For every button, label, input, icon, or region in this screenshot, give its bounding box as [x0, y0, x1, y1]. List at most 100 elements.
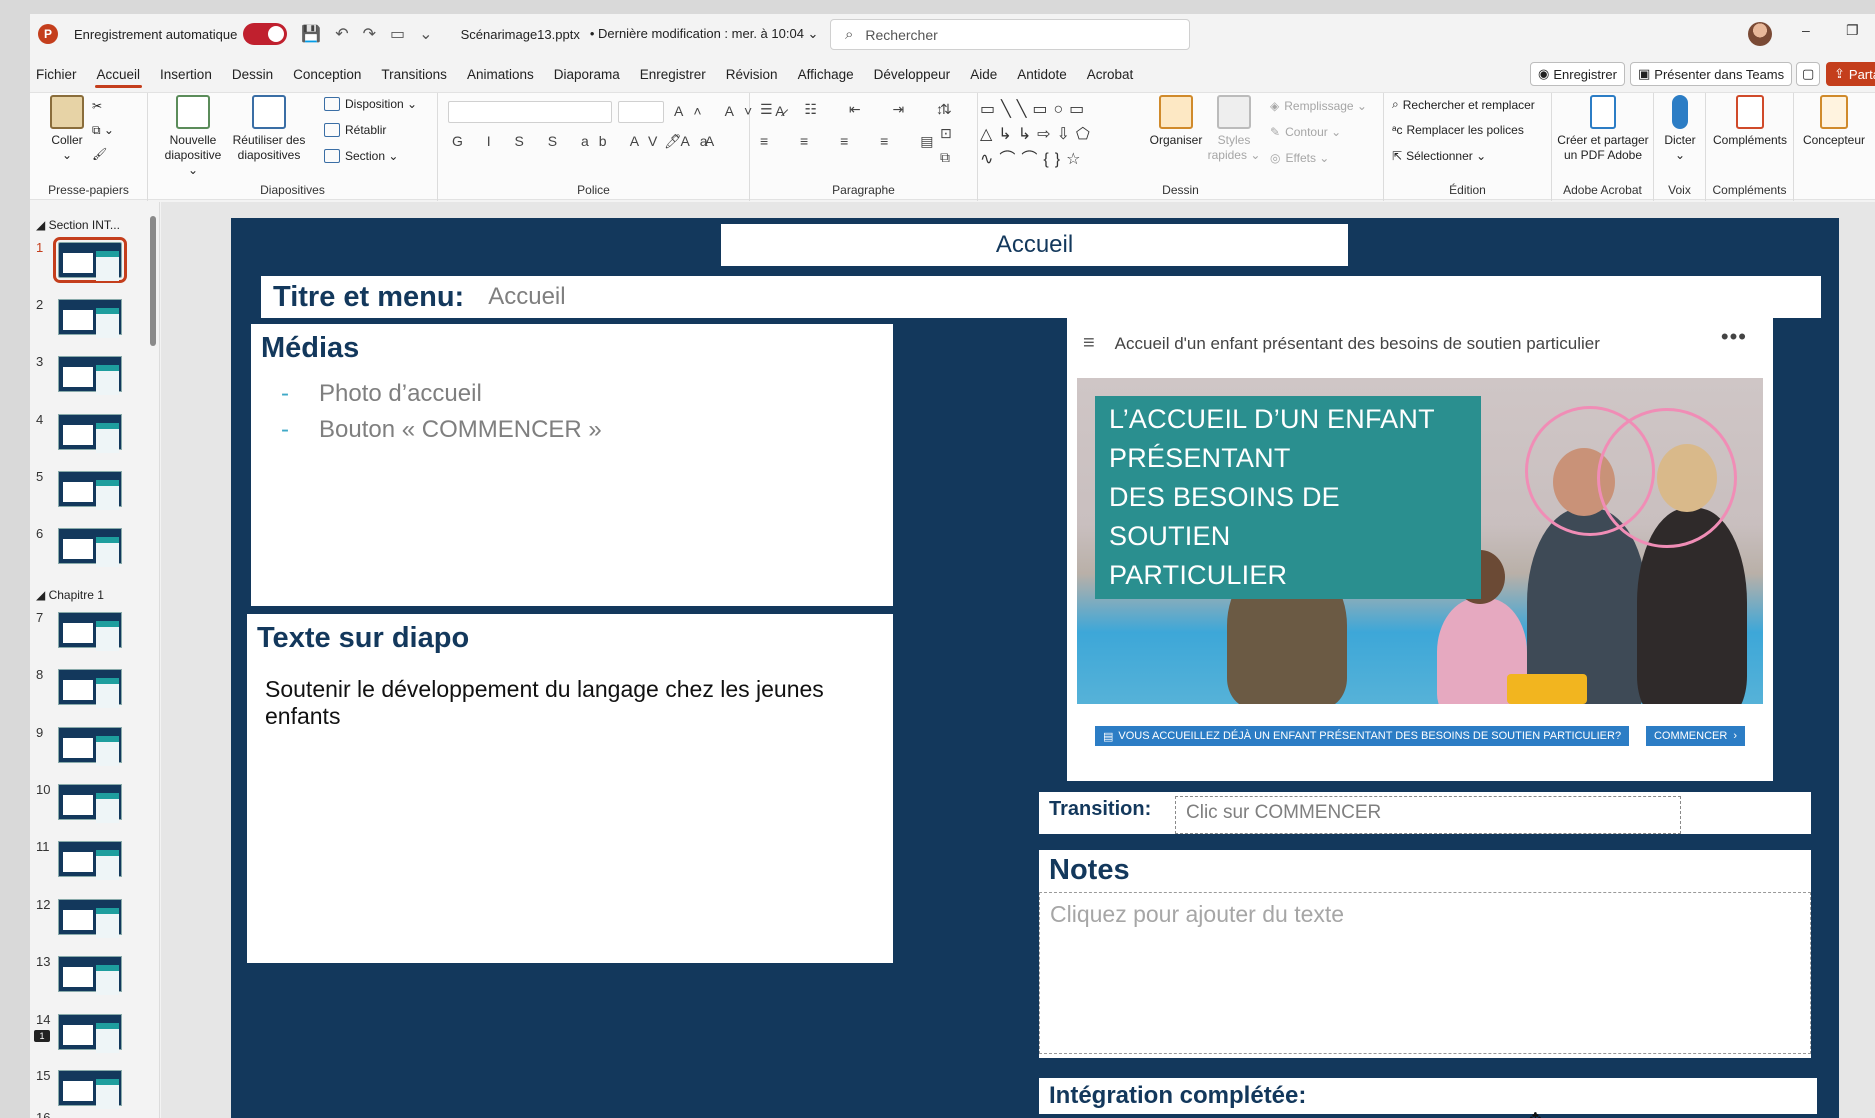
slide-thumbnail[interactable]: [58, 299, 122, 338]
tab-aide[interactable]: Aide: [960, 60, 1007, 90]
thumbnail-row[interactable]: 9: [30, 725, 160, 773]
tab-conception[interactable]: Conception: [283, 60, 371, 90]
thumbnail-row[interactable]: 15: [30, 1068, 160, 1116]
media-box[interactable]: Médias - Photo d’accueil - Bouton « COMMEN…: [251, 324, 893, 606]
select-button[interactable]: ⇱ Sélectionner ⌄: [1392, 149, 1486, 163]
tab-fichier[interactable]: Fichier: [30, 60, 87, 90]
title-menu-value[interactable]: Accueil: [488, 283, 565, 311]
media-preview-card[interactable]: ≡ Accueil d'un enfant présentant des bes…: [1067, 318, 1773, 781]
highlight-and-color-icons[interactable]: 🖊 A: [664, 133, 724, 150]
thumbnail-row[interactable]: 12: [30, 897, 160, 945]
slide-thumbnail[interactable]: [58, 784, 122, 823]
cut-icon[interactable]: ✂: [92, 99, 102, 113]
minimize-button[interactable]: –: [1802, 22, 1810, 38]
thumbnail-row[interactable]: 1: [30, 237, 160, 288]
shape-effects-button[interactable]: ◎ Effets ⌄: [1270, 151, 1329, 165]
replace-fonts-button[interactable]: ᵃc Remplacer les polices: [1392, 123, 1524, 137]
avatar[interactable]: [1748, 22, 1772, 46]
undo-icon[interactable]: ↶: [335, 24, 348, 44]
shapes-gallery[interactable]: ▭╲╲▭○▭ △↳↳⇨⇩⬠ ∿⌒⌒{}☆: [980, 97, 1130, 172]
integration-box[interactable]: Intégration complétée:: [1039, 1078, 1817, 1114]
document-filename[interactable]: Scénarimage13.pptx: [461, 27, 580, 42]
last-modified[interactable]: • Dernière modification : mer. à 10:04 ⌄: [590, 26, 819, 42]
text-direction-icon[interactable]: ⇅: [940, 101, 962, 118]
media-item[interactable]: - Photo d’accueil: [281, 380, 482, 408]
font-size-select[interactable]: [618, 101, 664, 123]
tab-diaporama[interactable]: Diaporama: [544, 60, 630, 90]
tab-antidote[interactable]: Antidote: [1007, 60, 1077, 90]
slide-thumbnail[interactable]: [58, 471, 122, 510]
tab-acrobat[interactable]: Acrobat: [1077, 60, 1144, 90]
notes-placeholder[interactable]: Cliquez pour ajouter du texte: [1039, 892, 1811, 1054]
thumbnail-row[interactable]: 3: [30, 354, 160, 402]
slide-thumbnail[interactable]: [53, 237, 127, 283]
slide-thumbnail[interactable]: [58, 956, 122, 995]
slide-title[interactable]: Accueil: [996, 231, 1073, 259]
autosave-toggle[interactable]: [243, 23, 288, 45]
layout-button[interactable]: Disposition ⌄: [324, 97, 417, 111]
share-button[interactable]: ⇪ Parta: [1826, 62, 1875, 86]
comment-badge[interactable]: 1: [34, 1030, 50, 1042]
slide[interactable]: Accueil Titre et menu: Accueil Médias - P…: [231, 218, 1839, 1118]
tab-enregistrer[interactable]: Enregistrer: [630, 60, 716, 90]
find-replace-button[interactable]: ⌕ Rechercher et remplacer: [1392, 97, 1535, 112]
tab-affichage[interactable]: Affichage: [788, 60, 864, 90]
section-header-intro[interactable]: ◢ Section INT...: [36, 218, 120, 232]
tab-dessin[interactable]: Dessin: [222, 60, 283, 90]
slide-thumbnail[interactable]: [58, 612, 122, 651]
thumbnail-row[interactable]: 2: [30, 297, 160, 345]
redo-icon[interactable]: ↷: [363, 24, 376, 44]
arrange-button[interactable]: Organiser: [1146, 95, 1206, 148]
align-icons[interactable]: ≡ ≡ ≡ ≡ ▤: [760, 133, 947, 150]
present-teams-button[interactable]: ▣ Présenter dans Teams: [1630, 62, 1793, 86]
shape-outline-button[interactable]: ✎ Contour ⌄: [1270, 125, 1341, 139]
thumbnail-row[interactable]: 13: [30, 954, 160, 1002]
thumbnail-row[interactable]: 6: [30, 526, 160, 574]
more-options-icon[interactable]: •••: [1721, 324, 1747, 350]
slide-thumbnail[interactable]: [58, 669, 122, 708]
thumbnail-row[interactable]: 7: [30, 610, 160, 658]
tab-accueil[interactable]: Accueil: [87, 60, 151, 90]
addins-button[interactable]: Compléments: [1710, 95, 1790, 148]
tab-insertion[interactable]: Insertion: [150, 60, 222, 90]
smartart-icon[interactable]: ⧉: [940, 149, 960, 166]
align-text-icon[interactable]: ⊡: [940, 125, 962, 142]
tab-developpeur[interactable]: Développeur: [864, 60, 961, 90]
thumbnail-row[interactable]: 8: [30, 667, 160, 715]
present-icon[interactable]: ▭: [390, 24, 405, 44]
tab-animations[interactable]: Animations: [457, 60, 544, 90]
list-icons[interactable]: ☰ ☷ ⇤ ⇥ ↕: [760, 101, 957, 118]
slide-thumbnail[interactable]: [58, 414, 122, 453]
welcome-photo[interactable]: L’ACCUEIL D’UN ENFANT PRÉSENTANT DES BES…: [1077, 378, 1763, 704]
record-button[interactable]: ◉ Enregistrer: [1530, 62, 1625, 86]
font-family-select[interactable]: [448, 101, 612, 123]
quick-styles-button[interactable]: Styles rapides ⌄: [1206, 95, 1262, 163]
format-painter-icon[interactable]: 🖌: [92, 147, 107, 161]
slide-thumbnail[interactable]: [58, 356, 122, 395]
comments-button[interactable]: ▢: [1796, 62, 1820, 86]
thumbnail-row[interactable]: 14 1: [30, 1012, 160, 1060]
question-link[interactable]: ▤ VOUS ACCUEILLEZ DÉJÀ UN ENFANT PRÉSENT…: [1095, 726, 1630, 746]
reset-button[interactable]: Rétablir: [324, 123, 386, 137]
slide-text-body[interactable]: Soutenir le développement du langage che…: [265, 676, 893, 730]
slide-thumbnail[interactable]: [58, 727, 122, 766]
designer-button[interactable]: Concepteur: [1796, 95, 1872, 148]
tab-revision[interactable]: Révision: [716, 60, 788, 90]
transition-box[interactable]: Transition: Clic sur COMMENCER: [1039, 792, 1811, 834]
section-button[interactable]: Section ⌄: [324, 149, 398, 163]
slide-thumbnail[interactable]: [58, 899, 122, 938]
tab-transitions[interactable]: Transitions: [371, 60, 457, 90]
copy-icon[interactable]: ⧉ ⌄: [92, 123, 114, 138]
shape-fill-button[interactable]: ◈ Remplissage ⌄: [1270, 99, 1367, 113]
start-button[interactable]: COMMENCER ›: [1645, 726, 1745, 746]
section-header-chapter[interactable]: ◢ Chapitre 1: [36, 588, 104, 602]
reuse-slides-button[interactable]: Réutiliser des diapositives: [228, 95, 310, 163]
create-pdf-button[interactable]: Créer et partager un PDF Adobe: [1556, 95, 1650, 163]
slide-thumbnail[interactable]: [58, 528, 122, 567]
restore-button[interactable]: ❐: [1846, 22, 1859, 39]
thumbnail-row[interactable]: 11: [30, 839, 160, 887]
thumbnail-row[interactable]: 16: [30, 1110, 160, 1118]
media-item[interactable]: - Bouton « COMMENCER »: [281, 416, 602, 444]
new-slide-button[interactable]: Nouvelle diapositive ⌄: [160, 95, 226, 178]
search-input[interactable]: ⌕ Rechercher: [830, 19, 1190, 50]
